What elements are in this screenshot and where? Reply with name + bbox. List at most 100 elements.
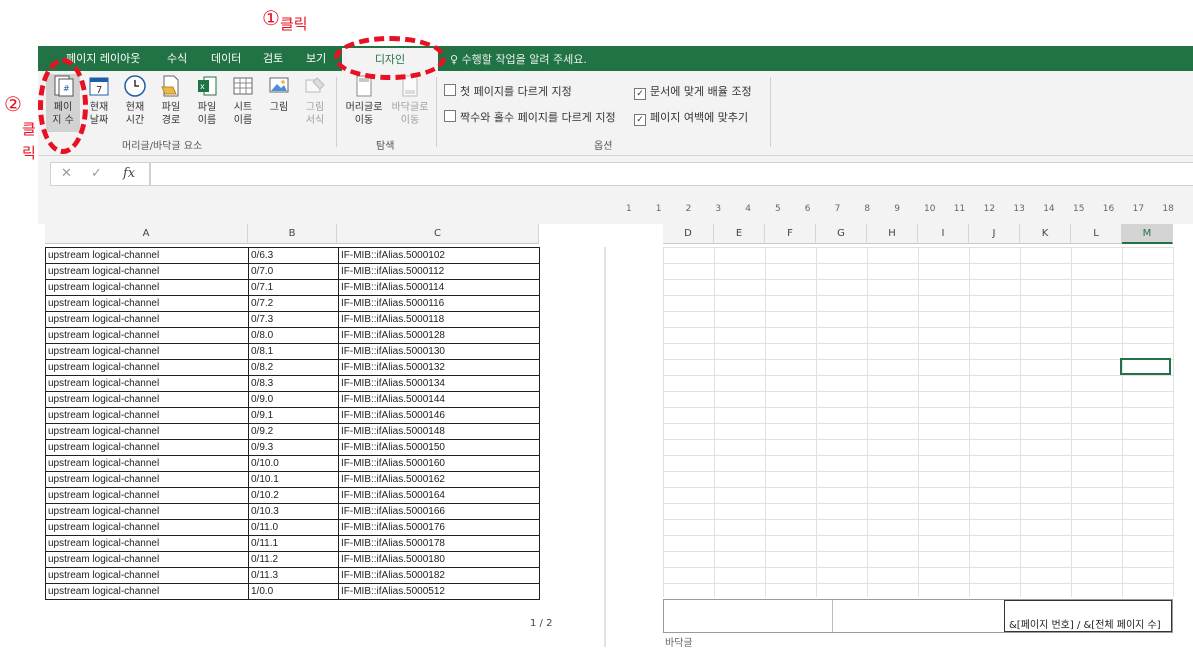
footer-right-section[interactable]: &[페이지 번호] / &[전체 페이지 수] [1004,600,1172,632]
footer-area[interactable]: &[페이지 번호] / &[전체 페이지 수] [663,599,1173,633]
column-header-b[interactable]: B [248,224,337,244]
column-header-m[interactable]: M [1122,224,1173,244]
format-picture-button[interactable]: 그림 서식 [298,74,332,127]
checkbox-scale-with-document[interactable]: ✓ [634,88,646,100]
table-cell[interactable]: 0/7.0 [248,263,339,280]
tab-view[interactable]: 보기 [306,50,326,66]
table-cell[interactable]: 0/6.3 [248,247,339,264]
picture-button[interactable]: 그림 [262,74,296,114]
column-header-f[interactable]: F [765,224,816,244]
table-cell[interactable]: 0/10.0 [248,455,339,472]
table-cell[interactable]: upstream logical-channel [45,247,249,264]
table-cell[interactable]: 0/8.0 [248,327,339,344]
table-cell[interactable]: IF-MIB::ifAlias.5000134 [338,375,540,392]
table-cell[interactable]: 1/0.0 [248,583,339,600]
table-cell[interactable]: upstream logical-channel [45,471,249,488]
table-cell[interactable]: upstream logical-channel [45,263,249,280]
cell-grid[interactable] [663,247,1174,597]
cancel-icon[interactable]: ✕ [61,166,72,181]
table-cell[interactable]: 0/11.3 [248,567,339,584]
table-cell[interactable]: upstream logical-channel [45,567,249,584]
table-cell[interactable]: IF-MIB::ifAlias.5000182 [338,567,540,584]
table-cell[interactable]: upstream logical-channel [45,519,249,536]
table-cell[interactable]: 0/11.0 [248,519,339,536]
table-cell[interactable]: 0/7.3 [248,311,339,328]
table-cell[interactable]: 0/9.0 [248,391,339,408]
column-header-k[interactable]: K [1020,224,1071,244]
column-header-g[interactable]: G [816,224,867,244]
table-cell[interactable]: upstream logical-channel [45,423,249,440]
table-cell[interactable]: IF-MIB::ifAlias.5000164 [338,487,540,504]
table-cell[interactable]: upstream logical-channel [45,583,249,600]
table-cell[interactable]: 0/8.3 [248,375,339,392]
column-header-d[interactable]: D [663,224,714,244]
table-cell[interactable]: IF-MIB::ifAlias.5000162 [338,471,540,488]
table-cell[interactable]: IF-MIB::ifAlias.5000128 [338,327,540,344]
table-cell[interactable]: 0/8.1 [248,343,339,360]
table-cell[interactable]: IF-MIB::ifAlias.5000176 [338,519,540,536]
sheet-name-button[interactable]: 시트 이름 [226,74,260,127]
table-cell[interactable]: upstream logical-channel [45,487,249,504]
table-cell[interactable]: upstream logical-channel [45,535,249,552]
table-cell[interactable]: IF-MIB::ifAlias.5000132 [338,359,540,376]
table-cell[interactable]: IF-MIB::ifAlias.5000118 [338,311,540,328]
table-cell[interactable]: 0/7.2 [248,295,339,312]
checkbox-align-with-margins[interactable]: ✓ [634,114,646,126]
table-cell[interactable]: 0/8.2 [248,359,339,376]
enter-icon[interactable]: ✓ [91,166,102,181]
table-cell[interactable]: upstream logical-channel [45,295,249,312]
table-cell[interactable]: 0/9.3 [248,439,339,456]
option-different-first-page[interactable]: 첫 페이지를 다르게 지정 [444,83,572,99]
table-cell[interactable]: 0/10.1 [248,471,339,488]
table-cell[interactable]: 0/11.2 [248,551,339,568]
column-header-e[interactable]: E [714,224,765,244]
tab-formulas[interactable]: 수식 [167,50,187,66]
column-header-l[interactable]: L [1071,224,1122,244]
go-to-footer-button[interactable]: 바닥글로 이동 [388,74,432,127]
option-scale-with-document[interactable]: ✓ 문서에 맞게 배율 조정 [634,83,752,100]
table-cell[interactable]: IF-MIB::ifAlias.5000160 [338,455,540,472]
table-cell[interactable]: 0/9.1 [248,407,339,424]
table-cell[interactable]: IF-MIB::ifAlias.5000114 [338,279,540,296]
checkbox-different-odd-even[interactable] [444,110,456,122]
table-cell[interactable]: IF-MIB::ifAlias.5000180 [338,551,540,568]
table-cell[interactable]: 0/10.2 [248,487,339,504]
table-cell[interactable]: IF-MIB::ifAlias.5000112 [338,263,540,280]
table-cell[interactable]: upstream logical-channel [45,439,249,456]
table-cell[interactable]: IF-MIB::ifAlias.5000146 [338,407,540,424]
go-to-header-button[interactable]: 머리글로 이동 [342,74,386,127]
table-cell[interactable]: IF-MIB::ifAlias.5000178 [338,535,540,552]
table-cell[interactable]: IF-MIB::ifAlias.5000148 [338,423,540,440]
tab-page-layout[interactable]: 페이지 레이아웃 [66,50,140,66]
table-cell[interactable]: upstream logical-channel [45,391,249,408]
file-path-button[interactable]: 파일 경로 [154,74,188,127]
table-cell[interactable]: upstream logical-channel [45,407,249,424]
column-header-h[interactable]: H [867,224,918,244]
tell-me-search[interactable]: ♀ 수행할 작업을 알려 주세요. [450,51,587,67]
table-cell[interactable]: upstream logical-channel [45,359,249,376]
column-header-i[interactable]: I [918,224,969,244]
table-cell[interactable]: upstream logical-channel [45,327,249,344]
formula-input[interactable] [150,162,1193,186]
table-cell[interactable]: upstream logical-channel [45,343,249,360]
table-cell[interactable]: upstream logical-channel [45,311,249,328]
option-different-odd-even[interactable]: 짝수와 홀수 페이지를 다르게 지정 [444,109,616,125]
tab-data[interactable]: 데이터 [211,50,241,66]
checkbox-different-first-page[interactable] [444,84,456,96]
table-cell[interactable]: IF-MIB::ifAlias.5000150 [338,439,540,456]
table-cell[interactable]: upstream logical-channel [45,551,249,568]
column-header-j[interactable]: J [969,224,1020,244]
column-header-a[interactable]: A [45,224,248,244]
file-name-button[interactable]: x 파일 이름 [190,74,224,127]
table-cell[interactable]: 0/7.1 [248,279,339,296]
table-cell[interactable]: upstream logical-channel [45,455,249,472]
table-cell[interactable]: upstream logical-channel [45,279,249,296]
table-cell[interactable]: IF-MIB::ifAlias.5000130 [338,343,540,360]
selected-cell[interactable] [1120,358,1171,375]
table-cell[interactable]: IF-MIB::ifAlias.5000144 [338,391,540,408]
table-cell[interactable]: 0/9.2 [248,423,339,440]
tab-review[interactable]: 검토 [263,50,283,66]
column-header-c[interactable]: C [337,224,539,244]
option-align-with-margins[interactable]: ✓ 페이지 여백에 맞추기 [634,109,748,126]
table-cell[interactable]: IF-MIB::ifAlias.5000102 [338,247,540,264]
